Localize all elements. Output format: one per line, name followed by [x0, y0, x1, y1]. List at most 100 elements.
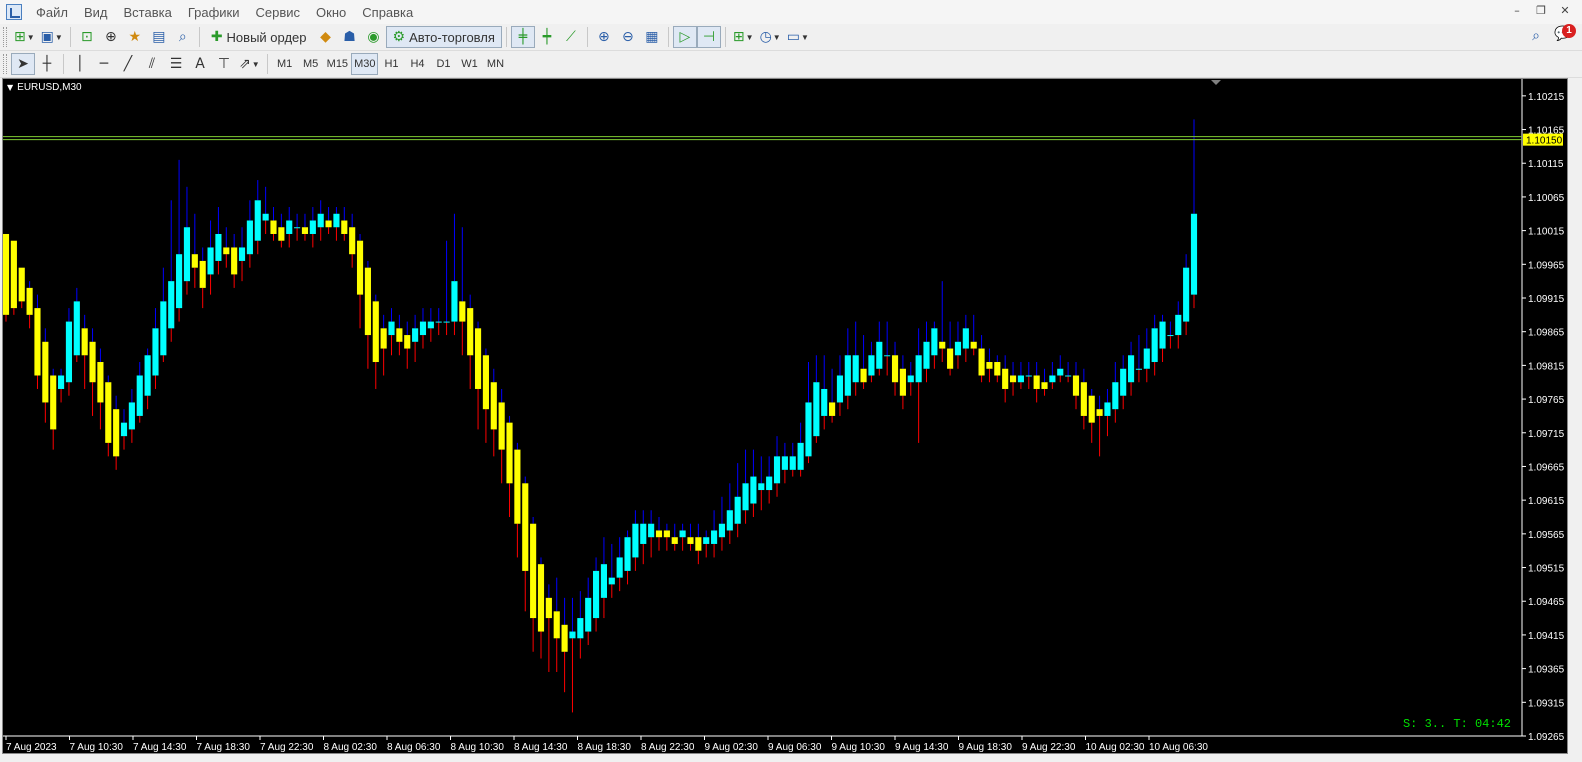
chart-window[interactable]: 1.10215 1.10165 1.10115 1.10065 1.10015 1.099…: [2, 78, 1568, 754]
timeframe-h4[interactable]: H4: [404, 53, 430, 75]
menu-tools[interactable]: Сервис: [248, 5, 309, 20]
line-chart-icon: ⟋: [566, 29, 576, 45]
candle-body: [294, 227, 301, 229]
autoscroll-button[interactable]: ▷: [672, 26, 697, 48]
profiles-icon: ▣: [40, 29, 54, 45]
candle-body: [1143, 348, 1150, 369]
new-order-icon: ✚: [210, 29, 223, 45]
app-logo-icon: [6, 4, 22, 20]
timeframe-m5[interactable]: M5: [298, 53, 324, 75]
price-chart[interactable]: 1.102151.101651.101151.100651.100151.099…: [3, 79, 1569, 755]
tile-windows-button[interactable]: ▦: [640, 26, 664, 48]
restore-icon[interactable]: ❐: [1532, 4, 1550, 20]
x-tick-label: 7 Aug 14:30: [133, 742, 187, 753]
candle-body: [844, 355, 851, 396]
cursor-button[interactable]: ➤: [11, 53, 35, 75]
indicators-button[interactable]: ⊞ ▼: [730, 26, 757, 48]
candle-body: [254, 200, 261, 241]
x-tick-label: 9 Aug 14:30: [895, 742, 949, 753]
vertical-line-button[interactable]: │: [68, 53, 92, 75]
fibonacci-button[interactable]: ☰: [164, 53, 188, 75]
menu-insert[interactable]: Вставка: [116, 5, 180, 20]
timeframe-h1[interactable]: H1: [378, 53, 404, 75]
bar-chart-icon: ╪: [518, 29, 528, 45]
zoom-out-button[interactable]: ⊖: [616, 26, 640, 48]
strategy-tester-icon: ⌕: [178, 29, 187, 45]
menu-charts[interactable]: Графики: [180, 5, 248, 20]
candle-body: [742, 483, 749, 511]
toolbar-grip[interactable]: [3, 54, 7, 74]
search-icon[interactable]: ⌕: [1532, 29, 1540, 43]
timeframe-d1[interactable]: D1: [430, 53, 456, 75]
text-label-button[interactable]: ⊤: [212, 53, 236, 75]
menu-view[interactable]: Вид: [76, 5, 116, 20]
tester-button[interactable]: ⌕: [171, 26, 195, 48]
horizontal-line-icon: ─: [99, 56, 109, 72]
candle-body: [356, 240, 364, 295]
periods-button[interactable]: ◷ ▼: [757, 26, 784, 48]
text-button[interactable]: A: [188, 53, 212, 75]
candle-body: [1151, 328, 1158, 363]
y-tick-label: 1.09565: [1528, 530, 1565, 541]
timeframe-w1[interactable]: W1: [456, 53, 482, 75]
chart-menu-triangle-icon[interactable]: ▼: [7, 83, 13, 92]
crosshair-button[interactable]: ┼: [35, 53, 59, 75]
timeframe-m15[interactable]: M15: [324, 53, 351, 75]
candle-body: [199, 260, 206, 288]
zoom-in-button[interactable]: ⊕: [592, 26, 616, 48]
templates-button[interactable]: ▭ ▼: [784, 26, 812, 48]
chart-shift-button[interactable]: ⊣: [696, 26, 721, 48]
notification-badge: 1: [1562, 24, 1576, 38]
fibonacci-icon: ☰: [169, 56, 183, 72]
vps-button[interactable]: ◉: [362, 26, 386, 48]
timeframe-m30[interactable]: M30: [351, 53, 379, 75]
market-watch-button[interactable]: ⊡: [75, 26, 99, 48]
metaeditor-button[interactable]: ◆: [314, 26, 338, 48]
horizontal-line-button[interactable]: ─: [92, 53, 116, 75]
candle-body: [128, 402, 135, 430]
standard-toolbar: ⊞ ▼ ▣ ▼ ⊡ ⊕ ★ ▤ ⌕ ✚ Новый ордер ◆ ☗ ◉ ⚙ Авто…: [0, 24, 1582, 51]
timeframe-m1[interactable]: M1: [272, 53, 298, 75]
notifications-button[interactable]: 💬 1: [1554, 24, 1576, 45]
candle-body: [592, 570, 600, 619]
candle-body: [136, 375, 143, 416]
toolbar-grip[interactable]: [3, 27, 7, 47]
bar-chart-button[interactable]: ╪: [510, 26, 535, 48]
candle-body: [1190, 213, 1198, 295]
candle-body: [73, 301, 80, 356]
new-order-button[interactable]: ✚ Новый ордер: [204, 26, 314, 48]
candle-body: [616, 557, 623, 578]
y-tick-label: 1.09465: [1528, 597, 1565, 608]
candle-body: [97, 362, 104, 403]
candle-body: [404, 335, 411, 349]
terminal-button[interactable]: ▤: [147, 26, 171, 48]
trendline-button[interactable]: ╱: [116, 53, 140, 75]
menu-help[interactable]: Справка: [354, 5, 421, 20]
minimize-icon[interactable]: –: [1508, 4, 1526, 20]
x-tick-label: 9 Aug 06:30: [768, 742, 822, 753]
candle-body: [286, 220, 293, 234]
arrows-button[interactable]: ⇗ ▼: [236, 53, 263, 75]
candle-body: [553, 611, 560, 639]
menu-window[interactable]: Окно: [308, 5, 354, 20]
toolbar-separator: [586, 27, 588, 47]
candle-body: [781, 456, 788, 470]
signals-button[interactable]: ☗: [338, 26, 362, 48]
candle-body: [978, 348, 985, 376]
candlestick-button[interactable]: ┿: [535, 26, 559, 48]
navigator-button[interactable]: ★: [123, 26, 147, 48]
candle-body: [915, 355, 922, 383]
timeframe-mn[interactable]: MN: [482, 53, 508, 75]
candle-body: [868, 355, 875, 376]
toolbar-separator: [724, 27, 726, 47]
data-window-button[interactable]: ⊕: [99, 26, 123, 48]
line-chart-button[interactable]: ⟋: [559, 26, 583, 48]
menu-file[interactable]: Файл: [28, 5, 76, 20]
new-chart-button[interactable]: ⊞ ▼: [11, 26, 38, 48]
auto-trading-button[interactable]: ⚙ Авто-торговля: [385, 26, 502, 48]
close-icon[interactable]: ✕: [1556, 4, 1574, 20]
profiles-button[interactable]: ▣ ▼: [38, 26, 66, 48]
candle-body: [238, 247, 246, 261]
equidistant-channel-button[interactable]: ⫽: [140, 53, 164, 75]
candle-body: [451, 281, 458, 322]
